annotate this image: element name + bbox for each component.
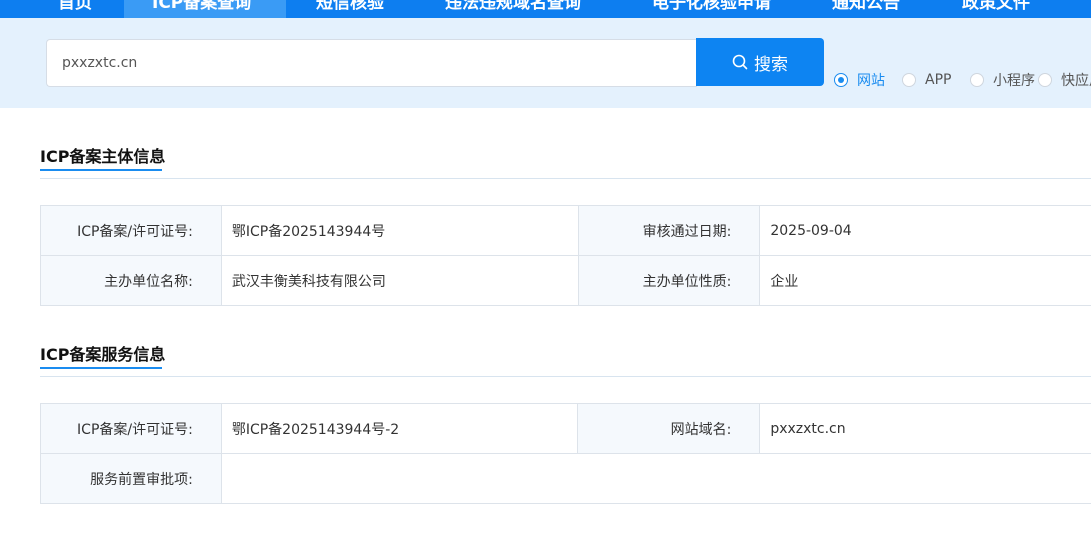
nav-item-e-verify[interactable]: 电子化核验申请 [652, 0, 771, 18]
table-row: 服务前置审批项: [40, 453, 1091, 504]
field-label: 网站域名: [577, 403, 761, 454]
radio-dot [1038, 73, 1052, 87]
table-row: 主办单位名称: 武汉丰衡美科技有限公司 主办单位性质: 企业 [40, 255, 1091, 306]
search-icon [732, 54, 748, 70]
section-divider [40, 178, 1091, 179]
radio-app[interactable]: APP [902, 70, 951, 90]
search-band: pxxzxtc.cn 搜索 网站 APP 小程序 快应用 [0, 18, 1091, 108]
field-value [220, 453, 1091, 504]
table-row: ICP备案/许可证号: 鄂ICP备2025143944号-2 网站域名: pxx… [40, 403, 1091, 454]
field-value: pxxzxtc.cn [759, 403, 1091, 454]
search-button-label: 搜索 [754, 54, 788, 75]
radio-dot [902, 73, 916, 87]
field-value: 2025-09-04 [759, 205, 1091, 256]
nav-item-icp-query[interactable]: ICP备案查询 [124, 0, 286, 18]
field-label: 服务前置审批项: [40, 453, 222, 504]
field-value: 企业 [759, 255, 1091, 306]
field-value: 武汉丰衡美科技有限公司 [220, 255, 579, 306]
nav-item-sms-verify[interactable]: 短信核验 [316, 0, 384, 18]
field-label: ICP备案/许可证号: [40, 403, 222, 454]
field-label: 主办单位性质: [577, 255, 761, 306]
radio-dot [834, 73, 848, 87]
search-button[interactable]: 搜索 [696, 38, 824, 86]
nav-item-policy[interactable]: 政策文件 [962, 0, 1030, 18]
radio-quickapp[interactable]: 快应用 [1038, 70, 1091, 90]
field-label: 主办单位名称: [40, 255, 222, 306]
section-divider [40, 376, 1091, 377]
field-value: 鄂ICP备2025143944号-2 [220, 403, 579, 454]
radio-website[interactable]: 网站 [834, 70, 885, 90]
nav-item-notices[interactable]: 通知公告 [832, 0, 900, 18]
search-input[interactable]: pxxzxtc.cn [46, 39, 697, 87]
service-info-table: ICP备案/许可证号: 鄂ICP备2025143944号-2 网站域名: pxx… [40, 403, 1091, 504]
top-nav: 首页 ICP备案查询 短信核验 违法违规域名查询 电子化核验申请 通知公告 政策… [0, 0, 1091, 18]
nav-item-home[interactable]: 首页 [58, 0, 92, 18]
table-row: ICP备案/许可证号: 鄂ICP备2025143944号 审核通过日期: 202… [40, 205, 1091, 256]
field-label: ICP备案/许可证号: [40, 205, 222, 256]
radio-miniprogram[interactable]: 小程序 [970, 70, 1035, 90]
section-title-service: ICP备案服务信息 [40, 345, 166, 364]
nav-item-illegal-domain[interactable]: 违法违规域名查询 [445, 0, 581, 18]
field-value: 鄂ICP备2025143944号 [220, 205, 579, 256]
radio-dot [970, 73, 984, 87]
section-underline [40, 169, 162, 171]
subject-info-table: ICP备案/许可证号: 鄂ICP备2025143944号 审核通过日期: 202… [40, 205, 1091, 306]
section-title-subject: ICP备案主体信息 [40, 147, 166, 166]
section-underline [40, 367, 162, 369]
field-label: 审核通过日期: [577, 205, 761, 256]
